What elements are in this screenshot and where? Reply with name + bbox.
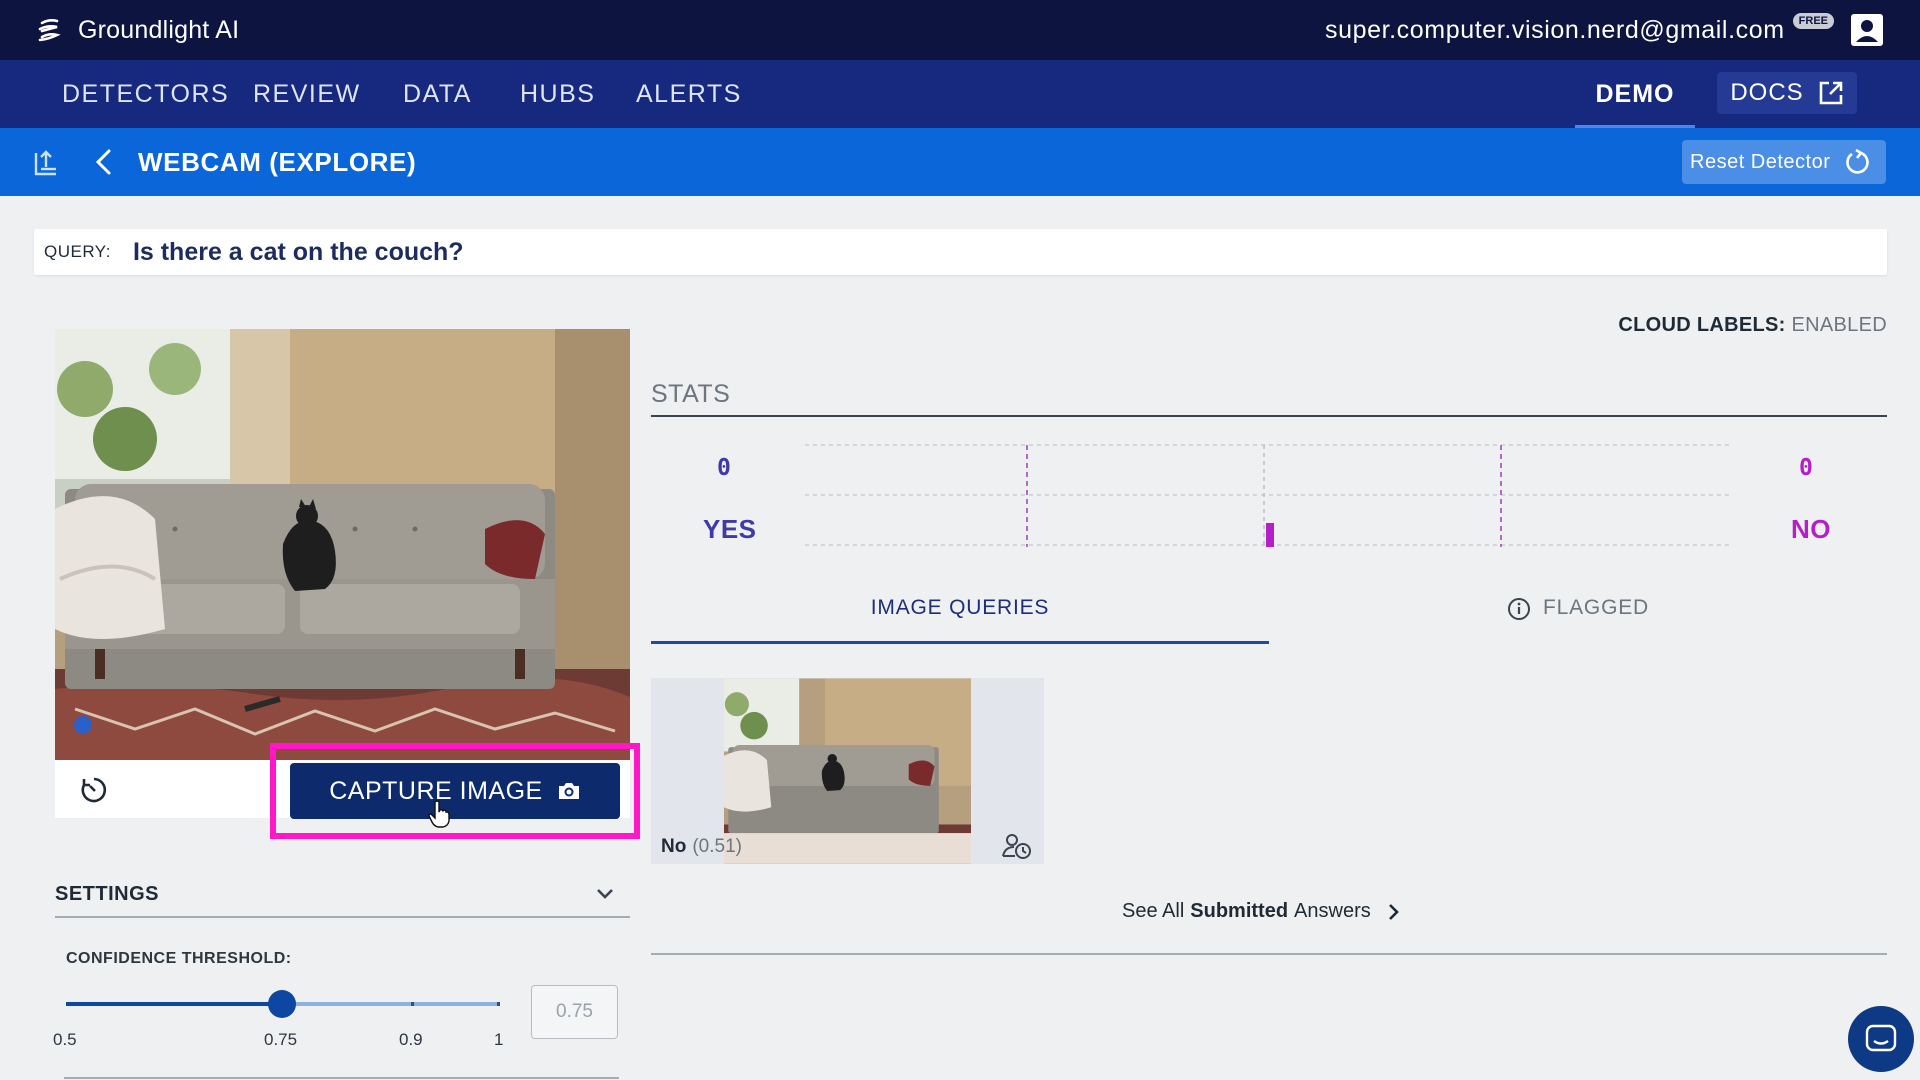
confidence-slider-fill xyxy=(66,1002,282,1006)
stats-divider xyxy=(651,415,1887,417)
answers-divider xyxy=(651,953,1887,955)
nav-review[interactable]: REVIEW xyxy=(253,60,361,128)
back-chevron-icon[interactable] xyxy=(94,148,112,176)
image-query-thumbnail xyxy=(724,678,971,864)
image-query-card[interactable]: No (0.51) xyxy=(651,678,1044,864)
docs-button[interactable]: DOCS xyxy=(1717,72,1857,114)
no-label: NO xyxy=(1791,514,1831,544)
user-area: super.computer.vision.nerd@gmail.com FRE… xyxy=(1325,0,1884,60)
chevron-down-icon[interactable] xyxy=(596,888,614,900)
nav-data[interactable]: DATA xyxy=(403,60,472,128)
settings-title: SETTINGS xyxy=(55,882,160,905)
capture-image-button[interactable]: CAPTURE IMAGE xyxy=(290,763,620,819)
nav-demo[interactable]: DEMO xyxy=(1575,60,1695,128)
groundlight-logo-icon xyxy=(38,19,61,42)
detector-upload-icon[interactable] xyxy=(32,147,60,177)
tab-flagged[interactable]: FLAGGED xyxy=(1269,596,1887,644)
slider-mark-label: 0.75 xyxy=(264,1030,298,1049)
slider-mark-label: 0.9 xyxy=(399,1030,423,1049)
plan-badge: FREE xyxy=(1792,13,1834,29)
chevron-right-icon xyxy=(1388,903,1399,920)
query-label: QUERY: xyxy=(44,242,111,261)
tab-flagged-label: FLAGGED xyxy=(1543,596,1649,619)
see-all-answers-link[interactable]: See All Submitted Answers xyxy=(1122,900,1399,923)
slider-tick xyxy=(497,1002,500,1006)
cloud-labels-value: ENABLED xyxy=(1791,314,1887,336)
slider-mark-label: 1 xyxy=(494,1030,504,1049)
image-query-confidence: (0.51) xyxy=(692,836,742,857)
webcam-feed xyxy=(55,329,630,760)
no-count: 0 xyxy=(1799,455,1813,481)
see-all-bold: Submitted xyxy=(1190,900,1289,922)
settings-header[interactable]: SETTINGS xyxy=(55,872,630,918)
hand-cursor-icon xyxy=(428,800,450,828)
see-all-suffix: Answers xyxy=(1294,900,1371,922)
camera-icon xyxy=(558,783,579,799)
chat-icon xyxy=(1865,1024,1897,1052)
refresh-icon xyxy=(1846,149,1870,174)
main-nav: DETECTORS REVIEW DATA HUBS ALERTS DEMO D… xyxy=(0,60,1920,128)
user-pending-icon[interactable] xyxy=(1001,832,1033,860)
confidence-slider-thumb[interactable] xyxy=(268,990,296,1018)
cloud-labels-status: CLOUD LABELS: ENABLED xyxy=(1618,314,1887,337)
timer-icon[interactable] xyxy=(79,775,109,805)
query-text: Is there a cat on the couch? xyxy=(132,237,464,266)
see-all-prefix: See All xyxy=(1122,900,1185,922)
brand-name: Groundlight AI xyxy=(78,15,240,44)
nav-hubs[interactable]: HUBS xyxy=(520,60,595,128)
slider-tick xyxy=(411,1002,414,1006)
detector-title: WEBCAM (EXPLORE) xyxy=(138,146,417,177)
yes-label: YES xyxy=(703,514,757,544)
image-query-result: No (0.51) xyxy=(661,836,742,858)
query-box: QUERY: Is there a cat on the couch? xyxy=(34,229,1887,275)
settings-divider xyxy=(64,1077,619,1079)
webcam-image xyxy=(55,329,630,760)
slider-mark-label: 0.5 xyxy=(53,1030,77,1049)
docs-label: DOCS xyxy=(1730,79,1804,106)
external-link-icon xyxy=(1819,81,1842,105)
info-icon xyxy=(1508,598,1531,620)
reset-detector-label: Reset Detector xyxy=(1690,150,1831,173)
yes-count: 0 xyxy=(717,455,731,481)
reset-detector-button[interactable]: Reset Detector xyxy=(1682,140,1886,184)
user-email: super.computer.vision.nerd@gmail.com xyxy=(1324,15,1785,44)
chat-support-button[interactable] xyxy=(1848,1006,1914,1072)
image-query-answer: No xyxy=(661,836,687,857)
confidence-threshold-label: CONFIDENCE THRESHOLD: xyxy=(66,950,292,967)
tab-image-queries[interactable]: IMAGE QUERIES xyxy=(651,596,1269,644)
detector-header: WEBCAM (EXPLORE) Reset Detector xyxy=(0,128,1920,196)
brand[interactable]: Groundlight AI xyxy=(36,16,239,45)
top-bar: Groundlight AI super.computer.vision.ner… xyxy=(0,0,1920,60)
user-account-icon[interactable] xyxy=(1850,13,1884,47)
chart-marker xyxy=(1266,523,1274,547)
confidence-threshold-input[interactable]: 0.75 xyxy=(531,985,618,1039)
nav-detectors[interactable]: DETECTORS xyxy=(62,60,229,128)
nav-alerts[interactable]: ALERTS xyxy=(636,60,742,128)
cloud-labels-key: CLOUD LABELS: xyxy=(1618,314,1786,336)
stats-distribution-chart xyxy=(805,444,1733,547)
stats-title: STATS xyxy=(651,380,731,408)
